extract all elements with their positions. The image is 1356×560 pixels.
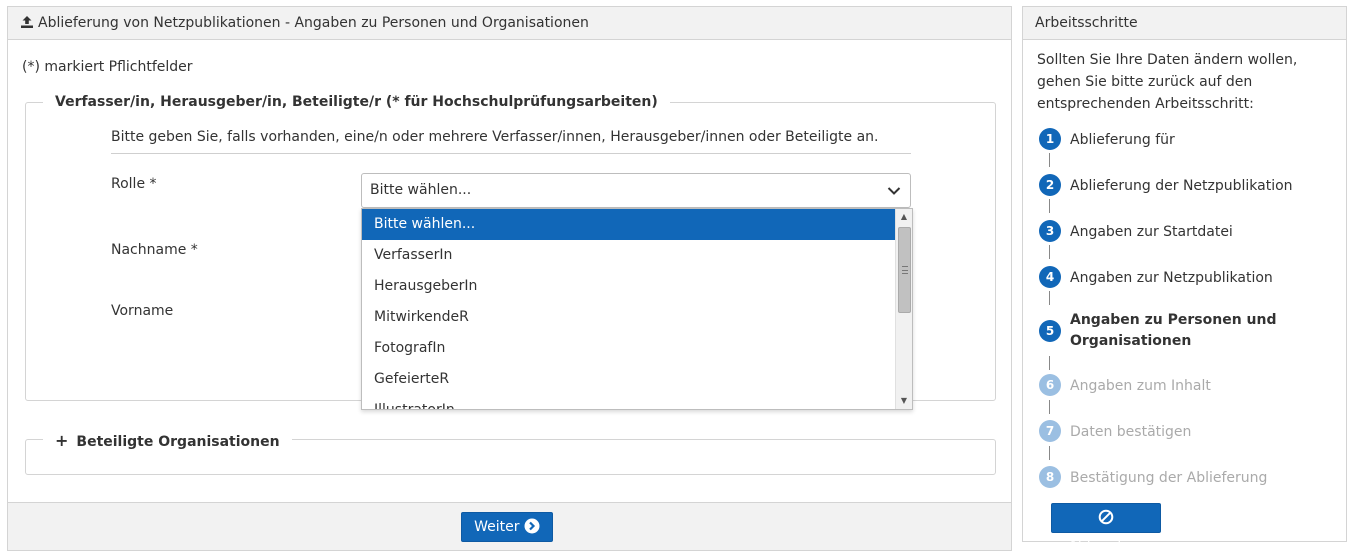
arrow-right-circle-icon — [524, 518, 540, 534]
organizations-legend[interactable]: + Beteiligte Organisationen — [43, 431, 292, 450]
step-connector — [1049, 446, 1050, 460]
role-select[interactable]: Bitte wählen... — [361, 173, 911, 208]
steps-panel-heading: Arbeitsschritte — [1023, 7, 1346, 40]
step-number: 2 — [1039, 174, 1061, 196]
step-connector — [1049, 400, 1050, 414]
step-number: 5 — [1039, 320, 1061, 342]
persons-fieldset: Verfasser/in, Herausgeber/in, Beteiligte… — [25, 94, 996, 410]
role-dropdown-list[interactable]: Bitte wählen... VerfasserIn HerausgeberI… — [361, 208, 913, 410]
step-number: 3 — [1039, 220, 1061, 242]
upload-icon — [21, 16, 33, 28]
steps-panel-text: Sollten Sie Ihre Daten ändern wollen, ge… — [1037, 52, 1298, 112]
main-panel-heading: Ablieferung von Netzpublikationen - Anga… — [8, 7, 1011, 40]
step-number: 7 — [1039, 420, 1061, 442]
step-number: 1 — [1039, 128, 1061, 150]
step-connector — [1049, 291, 1050, 305]
next-button-label: Weiter — [474, 519, 520, 535]
role-option[interactable]: VerfasserIn — [362, 240, 895, 271]
scroll-up-arrow-icon[interactable]: ▲ — [899, 212, 909, 222]
persons-legend: Verfasser/in, Herausgeber/in, Beteiligte… — [43, 94, 670, 110]
role-option[interactable]: MitwirkendeR — [362, 302, 895, 333]
step-label: Bestätigung der Ablieferung — [1070, 470, 1268, 486]
step-label: Angaben zu Personen und Organisationen — [1070, 312, 1277, 349]
step-number: 6 — [1039, 374, 1061, 396]
step-label: Daten bestätigen — [1070, 424, 1192, 440]
step-connector — [1049, 199, 1050, 213]
dropdown-scrollbar[interactable]: ▲ ▼ — [895, 209, 912, 409]
organizations-legend-label: Beteiligte Organisationen — [76, 434, 280, 450]
cancel-button[interactable]: Abbrechen — [1051, 503, 1161, 554]
scrollbar-thumb[interactable] — [898, 227, 911, 313]
role-option[interactable]: GefeierteR — [362, 364, 895, 395]
chevron-down-icon — [887, 187, 901, 195]
plus-icon[interactable]: + — [55, 431, 68, 450]
role-option[interactable]: IllustratorIn — [362, 395, 895, 409]
step-number: 4 — [1039, 266, 1061, 288]
steps-panel: Arbeitsschritte Sollten Sie Ihre Daten ä… — [1022, 6, 1347, 554]
cancel-button-label: Abbrechen — [1068, 538, 1144, 554]
organizations-fieldset: + Beteiligte Organisationen — [25, 431, 996, 475]
step-connector — [1049, 245, 1050, 259]
step-label[interactable]: Angaben zur Netzpublikation — [1070, 268, 1310, 289]
required-note: (*) markiert Pflichtfelder — [22, 59, 193, 75]
step-connector — [1049, 153, 1050, 167]
role-select-value: Bitte wählen... — [370, 182, 472, 198]
step-number: 8 — [1039, 466, 1061, 488]
step-label[interactable]: Angaben zur Startdatei — [1070, 222, 1310, 243]
role-option[interactable]: Bitte wählen... — [362, 209, 895, 240]
step-label[interactable]: Ablieferung der Netzpublikation — [1070, 176, 1310, 197]
persons-intro: Bitte geben Sie, falls vorhanden, eine/n… — [111, 129, 911, 154]
role-option[interactable]: HerausgeberIn — [362, 271, 895, 302]
firstname-label: Vorname — [111, 303, 174, 319]
role-option[interactable]: FotografIn — [362, 333, 895, 364]
step-label[interactable]: Ablieferung für — [1070, 130, 1310, 151]
next-button[interactable]: Weiter — [461, 512, 553, 542]
step-connector — [1049, 356, 1050, 370]
main-panel: Ablieferung von Netzpublikationen - Anga… — [7, 6, 1012, 551]
role-label: Rolle * — [111, 176, 157, 192]
ban-icon — [1098, 509, 1114, 525]
step-label: Angaben zum Inhalt — [1070, 378, 1211, 394]
main-panel-footer: Weiter — [8, 502, 1011, 550]
main-panel-title: Ablieferung von Netzpublikationen - Anga… — [38, 15, 589, 31]
scroll-down-arrow-icon[interactable]: ▼ — [899, 396, 909, 406]
lastname-label: Nachname * — [111, 242, 198, 258]
